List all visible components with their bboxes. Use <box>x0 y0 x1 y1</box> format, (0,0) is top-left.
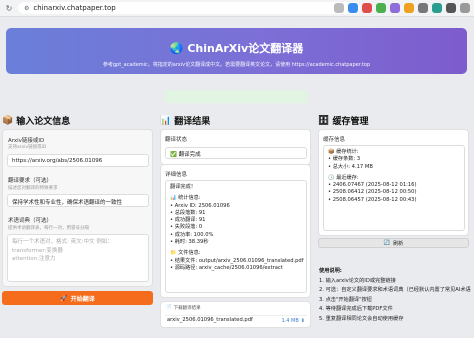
extension-bar <box>334 3 470 13</box>
page-title: 🌏 ChinArXiv论文翻译器 <box>169 42 304 55</box>
refresh-button[interactable]: 🔄 刷新 <box>318 238 469 248</box>
cache-section-title: 🗄 缓存管理 <box>318 115 369 128</box>
extension-icon[interactable] <box>446 3 456 13</box>
chart-icon: 📊 <box>160 115 172 126</box>
download-panel: 📄 下载翻译结果 arxiv_2506.01096_translated.pdf… <box>160 301 311 328</box>
detail-line: • 结果文件: output/arxiv_2506.01096_translat… <box>170 257 304 264</box>
download-icon[interactable]: ⬇ <box>301 318 305 324</box>
status-placeholder <box>164 90 308 103</box>
result-section-title: 📊 翻译结果 <box>160 115 211 128</box>
cache-line: • 2508.06412 (2025-08-12 00:50) <box>328 189 417 196</box>
cache-label: 缓存信息 <box>323 137 346 143</box>
package-icon: 📦 <box>2 115 14 126</box>
detail-label: 详细信息 <box>165 172 188 178</box>
detail-line: • 源码路径: arxiv_cache/2506.01096/extract <box>170 264 283 271</box>
usage-line: 3. 点击"开始翻译"按钮 <box>319 296 372 303</box>
cache-line: • 2508.06457 (2025-08-12 00:43) <box>328 196 417 203</box>
extension-icon[interactable] <box>348 3 358 13</box>
detail-line: 翻译完成！ <box>170 184 196 190</box>
arxiv-label: Arxiv链接或ID <box>8 138 45 144</box>
detail-line: • Arxiv ID: 2506.01096 <box>170 202 230 209</box>
site-info-icon[interactable]: ⚙ <box>24 5 29 12</box>
cache-line: • 总大小: 4.17 MB <box>328 163 373 170</box>
usage-line: 4. 等待翻译完成后下载PDF文件 <box>319 306 393 313</box>
detail-line: 📊 统计信息: <box>170 195 201 202</box>
status-field: ✅ 翻译完成 <box>165 147 307 159</box>
detail-line: 📁 文件信息: <box>170 250 201 257</box>
extension-icon[interactable] <box>362 3 372 13</box>
input-section-title: 📦 输入论文信息 <box>2 115 71 128</box>
cache-panel: 缓存信息 📦 缓存统计: • 缓存条数: 3 • 总大小: 4.17 MB 🕒 最近缓… <box>318 129 469 236</box>
download-label: 下载翻译结果 <box>173 306 201 311</box>
usage-title: 使用说明: <box>319 268 342 274</box>
url-text: chinarxiv.chatpaper.top <box>33 4 116 12</box>
file-size: 1.4 MB <box>281 317 299 324</box>
usage-instructions: 使用说明: 1. 输入arxiv论文的ID或完整链接 2. 可选：自定义翻译要求和… <box>319 267 471 325</box>
detail-line: • 失败段落: 0 <box>170 224 203 231</box>
usage-line: 5. 重复翻译相同论文会自动使用缓存 <box>319 315 404 322</box>
requirement-label: 翻译要求（可选） <box>8 178 53 184</box>
cache-line: • 2406.07467 (2025-08-12 01:16) <box>328 182 417 189</box>
arxiv-hint: 支持arxiv链接或ID <box>8 145 47 150</box>
cache-line: 🕒 最近缓存: <box>328 174 359 181</box>
refresh-icon: 🔄 <box>383 240 391 246</box>
reload-icon[interactable]: ↻ <box>4 4 14 13</box>
cache-line: • 缓存条数: 3 <box>328 156 361 163</box>
status-label: 翻译状态 <box>165 137 188 143</box>
rocket-icon: 🚀 <box>60 294 68 302</box>
glossary-hint: 提供术语翻译表，每行一对，用冒号分隔 <box>8 226 89 231</box>
extension-icon[interactable] <box>334 3 344 13</box>
extension-icon[interactable] <box>418 3 428 13</box>
arxiv-input[interactable]: https://arxiv.org/abs/2506.01096 <box>7 154 149 167</box>
usage-line: 1. 输入arxiv论文的ID或完整链接 <box>319 277 396 284</box>
start-translate-button[interactable]: 🚀 开始翻译 <box>2 291 153 305</box>
detail-panel: 详细信息 翻译完成！ 📊 统计信息: • Arxiv ID: 2506.01096 •… <box>160 164 311 298</box>
extension-icon[interactable] <box>404 3 414 13</box>
extension-icon[interactable] <box>432 3 442 13</box>
detail-line: • 耗时: 38.39秒 <box>170 239 209 246</box>
download-file-row[interactable]: arxiv_2506.01096_translated.pdf 1.4 MB ⬇ <box>165 315 307 325</box>
status-panel: 翻译状态 ✅ 翻译完成 <box>160 129 311 165</box>
file-name[interactable]: arxiv_2506.01096_translated.pdf <box>167 317 253 324</box>
extension-icon[interactable] <box>376 3 386 13</box>
requirement-hint: 描述您对翻译的特殊要求 <box>8 186 58 191</box>
menu-icon[interactable] <box>460 3 470 13</box>
browser-toolbar: ↻ ⚙ chinarxiv.chatpaper.top <box>0 0 474 17</box>
cabinet-icon: 🗄 <box>318 115 330 126</box>
detail-text: 翻译完成！ 📊 统计信息: • Arxiv ID: 2506.01096 • 总段落数… <box>165 180 307 293</box>
glossary-input[interactable]: 每行一个术语对，格式: 英文:中文 例如： transformer:变换器 at… <box>7 234 149 282</box>
requirement-input[interactable]: 保持学术性和专业性，确保术语翻译的一致性 <box>7 194 149 207</box>
page-subtitle: 参考gpt_academic，将指定的arxiv论文翻译成中文。若需要翻译英文论… <box>102 62 371 68</box>
file-icon: 📄 <box>166 305 172 310</box>
input-panel: Arxiv链接或ID 支持arxiv链接或ID https://arxiv.or… <box>2 129 153 287</box>
glossary-label: 术语词典（可选） <box>8 218 53 224</box>
hero-banner: 🌏 ChinArXiv论文翻译器 参考gpt_academic，将指定的arxi… <box>6 28 467 74</box>
address-bar[interactable]: ⚙ chinarxiv.chatpaper.top <box>18 2 360 14</box>
extension-icon[interactable] <box>390 3 400 13</box>
cache-text: 📦 缓存统计: • 缓存条数: 3 • 总大小: 4.17 MB 🕒 最近缓存: • 2… <box>323 145 465 231</box>
detail-line: • 成功率: 100.0% <box>170 231 214 238</box>
usage-line: 2. 可选：自定义翻译要求和术语词典（已经默认内置了常见AI术语 <box>319 287 471 294</box>
